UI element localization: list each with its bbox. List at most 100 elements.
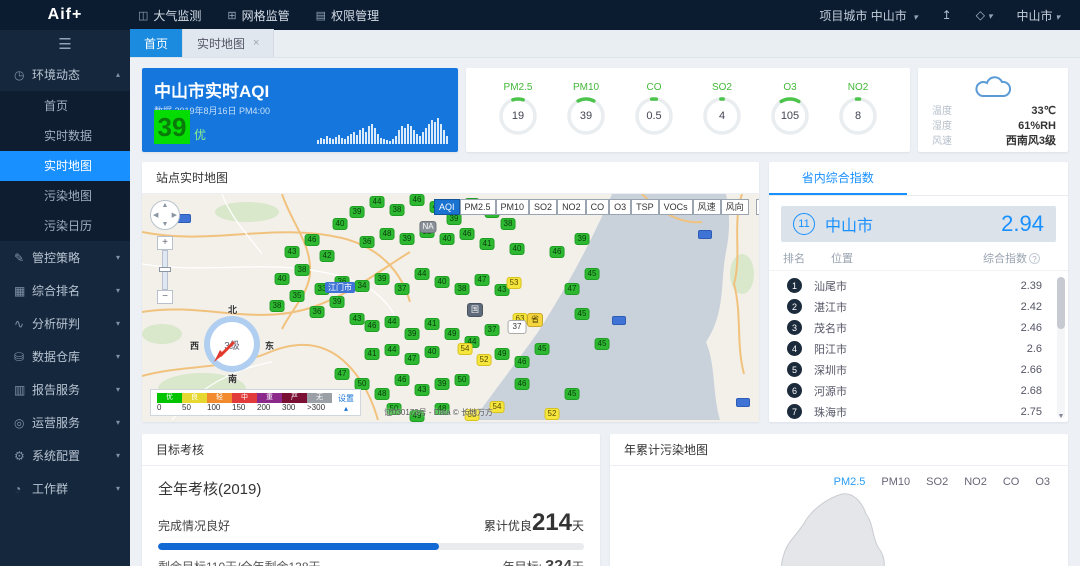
station-marker[interactable]: 39: [330, 296, 345, 308]
station-marker[interactable]: 47: [475, 274, 490, 286]
sidebar-group-6[interactable]: ◎运营服务▾: [0, 406, 130, 439]
station-marker[interactable]: 38: [501, 218, 516, 230]
station-marker[interactable]: 35: [290, 290, 305, 302]
map-pollutant-button-风速[interactable]: 风速: [693, 199, 721, 215]
station-marker[interactable]: 43: [415, 384, 430, 396]
station-marker[interactable]: 36: [310, 306, 325, 318]
zoom-in-button[interactable]: +: [157, 236, 173, 250]
sidebar-item-实时地图[interactable]: 实时地图: [0, 151, 130, 181]
sidebar-group-5[interactable]: ▥报告服务▾: [0, 373, 130, 406]
scrollbar-thumb[interactable]: [1057, 277, 1065, 329]
sidebar-item-污染日历[interactable]: 污染日历: [0, 211, 130, 241]
project-city-dropdown[interactable]: 项目城市 中山市 ▾: [819, 7, 917, 24]
map-pollutant-button-CO[interactable]: CO: [586, 199, 610, 215]
map-pollutant-button-O3[interactable]: O3: [609, 199, 631, 215]
pan-right-icon[interactable]: ▶: [172, 211, 177, 219]
pollution-tab-CO[interactable]: CO: [1003, 476, 1020, 488]
station-marker[interactable]: 53: [507, 277, 522, 289]
sidebar-group-2[interactable]: ▦综合排名▾: [0, 274, 130, 307]
station-marker[interactable]: 49: [495, 348, 510, 360]
station-marker[interactable]: 44: [385, 344, 400, 356]
pollution-tab-NO2[interactable]: NO2: [964, 476, 987, 488]
station-marker[interactable]: 40: [425, 346, 440, 358]
sidebar-group-3[interactable]: ∿分析研判▾: [0, 307, 130, 340]
zoom-handle[interactable]: [159, 267, 171, 272]
station-marker[interactable]: 45: [565, 388, 580, 400]
station-marker[interactable]: 44: [415, 268, 430, 280]
station-marker[interactable]: 49: [445, 328, 460, 340]
station-marker[interactable]: 38: [270, 300, 285, 312]
sidebar-group-4[interactable]: ⛁数据仓库▾: [0, 340, 130, 373]
station-marker[interactable]: 40: [275, 273, 290, 285]
tab-province-index[interactable]: 省内综合指数: [769, 162, 907, 195]
top-nav-item-1[interactable]: ⊞网格监管: [227, 7, 289, 24]
sidebar-group-7[interactable]: ⚙系统配置▾: [0, 439, 130, 472]
station-marker[interactable]: 40: [440, 233, 455, 245]
station-marker[interactable]: 37: [485, 324, 500, 336]
sidebar-group-1[interactable]: ✎管控策略▾: [0, 241, 130, 274]
station-marker[interactable]: 50: [455, 374, 470, 386]
station-marker[interactable]: 43: [285, 246, 300, 258]
station-marker[interactable]: 45: [585, 268, 600, 280]
pollution-tab-SO2[interactable]: SO2: [926, 476, 948, 488]
station-marker[interactable]: 40: [333, 218, 348, 230]
top-nav-item-0[interactable]: ◫大气监测: [138, 7, 201, 24]
station-marker[interactable]: 48: [375, 388, 390, 400]
station-marker[interactable]: 44: [370, 196, 385, 208]
station-marker[interactable]: 54: [458, 343, 473, 355]
station-marker[interactable]: 52: [545, 408, 560, 420]
station-marker[interactable]: 省: [527, 313, 543, 327]
skin-dropdown[interactable]: ◇▾: [976, 8, 993, 22]
station-marker[interactable]: 47: [565, 283, 580, 295]
close-icon[interactable]: ×: [253, 37, 259, 49]
scroll-down-icon[interactable]: ▼: [1057, 413, 1065, 420]
station-marker[interactable]: 37: [395, 283, 410, 295]
station-marker[interactable]: 41: [365, 348, 380, 360]
map-pollutant-button-TSP[interactable]: TSP: [631, 199, 659, 215]
station-marker[interactable]: 40: [510, 243, 525, 255]
map-pollutant-button-NO2[interactable]: NO2: [557, 199, 586, 215]
station-marker[interactable]: NA: [419, 221, 436, 233]
station-marker[interactable]: 47: [405, 353, 420, 365]
station-marker[interactable]: 39: [435, 378, 450, 390]
map-pollutant-button-SO2[interactable]: SO2: [529, 199, 557, 215]
station-marker[interactable]: 45: [575, 308, 590, 320]
station-marker[interactable]: 40: [435, 276, 450, 288]
station-marker[interactable]: 46: [410, 194, 425, 206]
station-marker[interactable]: 45: [595, 338, 610, 350]
pollution-tab-PM10[interactable]: PM10: [881, 476, 910, 488]
map-pollutant-button-VOCs[interactable]: VOCs: [659, 199, 693, 215]
station-marker[interactable]: 34: [355, 280, 370, 292]
zoom-track[interactable]: [162, 250, 168, 290]
station-marker[interactable]: 39: [405, 328, 420, 340]
tab-实时地图[interactable]: 实时地图×: [183, 29, 274, 57]
station-marker[interactable]: 43: [350, 313, 365, 325]
station-marker[interactable]: 46: [515, 356, 530, 368]
station-marker[interactable]: 38: [390, 204, 405, 216]
pan-up-icon[interactable]: ▲: [162, 202, 169, 209]
station-marker[interactable]: 39: [375, 273, 390, 285]
station-marker[interactable]: 37: [508, 320, 527, 334]
pollution-tab-PM2.5[interactable]: PM2.5: [834, 476, 866, 488]
sidebar-item-实时数据[interactable]: 实时数据: [0, 121, 130, 151]
station-marker[interactable]: 41: [480, 238, 495, 250]
sidebar-item-污染地图[interactable]: 污染地图: [0, 181, 130, 211]
station-marker[interactable]: 39: [350, 206, 365, 218]
pan-left-icon[interactable]: ◀: [153, 211, 158, 219]
zoom-out-button[interactable]: −: [157, 290, 173, 304]
station-marker[interactable]: 36: [360, 236, 375, 248]
sidebar-group-8[interactable]: ◔工作群▾: [0, 472, 130, 505]
map-zoom-slider[interactable]: + −: [157, 236, 173, 304]
sidebar-item-首页[interactable]: 首页: [0, 91, 130, 121]
station-marker[interactable]: 46: [460, 228, 475, 240]
station-marker[interactable]: 46: [550, 246, 565, 258]
map-pollutant-button-PM10[interactable]: PM10: [496, 199, 530, 215]
station-marker[interactable]: 39: [575, 233, 590, 245]
station-marker[interactable]: 48: [380, 228, 395, 240]
map-canvas[interactable]: 4438464139434038394043464236483935404641…: [142, 194, 759, 422]
station-marker[interactable]: 44: [385, 316, 400, 328]
station-marker[interactable]: 38: [455, 283, 470, 295]
station-marker[interactable]: 47: [335, 368, 350, 380]
station-marker[interactable]: 46: [395, 374, 410, 386]
pollution-tab-O3[interactable]: O3: [1035, 476, 1050, 488]
